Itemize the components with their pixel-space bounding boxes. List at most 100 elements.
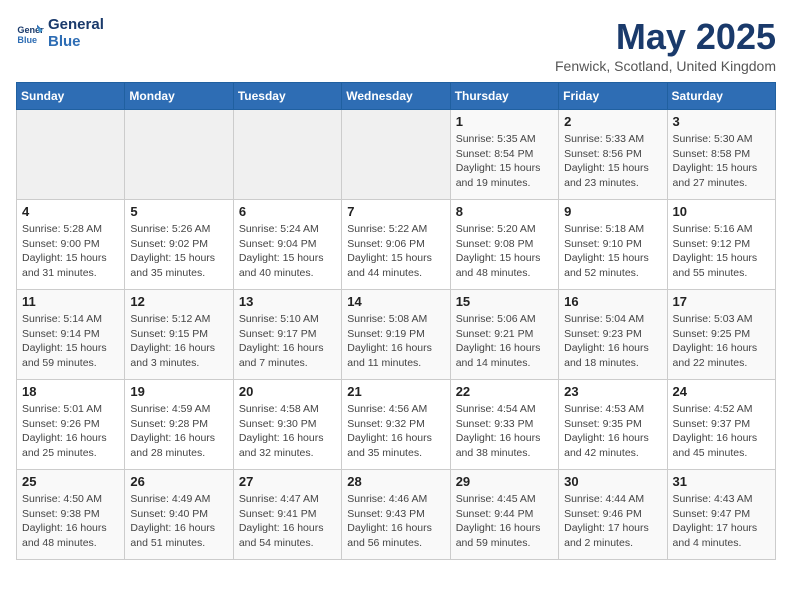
- month-title: May 2025: [555, 16, 776, 58]
- day-number: 8: [456, 204, 553, 219]
- calendar-cell: 16 Sunrise: 5:04 AM Sunset: 9:23 PM Dayli…: [559, 290, 667, 380]
- calendar-cell: 6 Sunrise: 5:24 AM Sunset: 9:04 PM Daylig…: [233, 200, 341, 290]
- day-info: Sunrise: 4:45 AM Sunset: 9:44 PM Dayligh…: [456, 492, 553, 551]
- calendar-cell: 12 Sunrise: 5:12 AM Sunset: 9:15 PM Dayli…: [125, 290, 233, 380]
- calendar-cell: [17, 110, 125, 200]
- location: Fenwick, Scotland, United Kingdom: [555, 58, 776, 74]
- day-number: 22: [456, 384, 553, 399]
- calendar-week-row: 4 Sunrise: 5:28 AM Sunset: 9:00 PM Daylig…: [17, 200, 776, 290]
- day-number: 11: [22, 294, 119, 309]
- calendar-cell: 10 Sunrise: 5:16 AM Sunset: 9:12 PM Dayli…: [667, 200, 775, 290]
- weekday-header: Saturday: [667, 83, 775, 110]
- calendar-cell: 7 Sunrise: 5:22 AM Sunset: 9:06 PM Daylig…: [342, 200, 450, 290]
- calendar-cell: 17 Sunrise: 5:03 AM Sunset: 9:25 PM Dayli…: [667, 290, 775, 380]
- day-number: 14: [347, 294, 444, 309]
- calendar-cell: [233, 110, 341, 200]
- day-number: 31: [673, 474, 770, 489]
- day-info: Sunrise: 5:16 AM Sunset: 9:12 PM Dayligh…: [673, 222, 770, 281]
- calendar-cell: 19Sunrise: 4:59 AM Sunset: 9:28 PM Dayli…: [125, 380, 233, 470]
- day-info: Sunrise: 4:54 AM Sunset: 9:33 PM Dayligh…: [456, 402, 553, 461]
- day-number: 4: [22, 204, 119, 219]
- day-number: 1: [456, 114, 553, 129]
- calendar-cell: 31 Sunrise: 4:43 AM Sunset: 9:47 PM Dayli…: [667, 470, 775, 560]
- day-info: Sunrise: 4:52 AM Sunset: 9:37 PM Dayligh…: [673, 402, 770, 461]
- calendar-cell: 4 Sunrise: 5:28 AM Sunset: 9:00 PM Daylig…: [17, 200, 125, 290]
- calendar-cell: 23 Sunrise: 4:53 AM Sunset: 9:35 PM Dayli…: [559, 380, 667, 470]
- day-info: Sunrise: 4:44 AM Sunset: 9:46 PM Dayligh…: [564, 492, 661, 551]
- day-info: Sunrise: 4:58 AM Sunset: 9:30 PM Dayligh…: [239, 402, 336, 461]
- day-number: 20: [239, 384, 336, 399]
- calendar-table: SundayMondayTuesdayWednesdayThursdayFrid…: [16, 82, 776, 560]
- logo-line1: General: [48, 16, 104, 33]
- day-info: Sunrise: 5:01 AM Sunset: 9:26 PM Dayligh…: [22, 402, 119, 461]
- day-number: 24: [673, 384, 770, 399]
- logo: General Blue General Blue: [16, 16, 104, 50]
- day-number: 16: [564, 294, 661, 309]
- calendar-cell: 8Sunrise: 5:20 AM Sunset: 9:08 PM Daylig…: [450, 200, 558, 290]
- calendar-cell: 9Sunrise: 5:18 AM Sunset: 9:10 PM Daylig…: [559, 200, 667, 290]
- calendar-cell: 21Sunrise: 4:56 AM Sunset: 9:32 PM Dayli…: [342, 380, 450, 470]
- day-number: 6: [239, 204, 336, 219]
- day-info: Sunrise: 5:03 AM Sunset: 9:25 PM Dayligh…: [673, 312, 770, 371]
- day-info: Sunrise: 5:04 AM Sunset: 9:23 PM Dayligh…: [564, 312, 661, 371]
- day-number: 30: [564, 474, 661, 489]
- day-info: Sunrise: 5:24 AM Sunset: 9:04 PM Dayligh…: [239, 222, 336, 281]
- day-number: 13: [239, 294, 336, 309]
- day-number: 29: [456, 474, 553, 489]
- day-number: 17: [673, 294, 770, 309]
- day-info: Sunrise: 4:43 AM Sunset: 9:47 PM Dayligh…: [673, 492, 770, 551]
- weekday-header: Thursday: [450, 83, 558, 110]
- day-number: 2: [564, 114, 661, 129]
- calendar-cell: 20 Sunrise: 4:58 AM Sunset: 9:30 PM Dayli…: [233, 380, 341, 470]
- weekday-header: Monday: [125, 83, 233, 110]
- day-info: Sunrise: 5:28 AM Sunset: 9:00 PM Dayligh…: [22, 222, 119, 281]
- day-info: Sunrise: 5:22 AM Sunset: 9:06 PM Dayligh…: [347, 222, 444, 281]
- calendar-cell: 1 Sunrise: 5:35 AM Sunset: 8:54 PM Daylig…: [450, 110, 558, 200]
- day-info: Sunrise: 4:50 AM Sunset: 9:38 PM Dayligh…: [22, 492, 119, 551]
- day-info: Sunrise: 5:10 AM Sunset: 9:17 PM Dayligh…: [239, 312, 336, 371]
- day-info: Sunrise: 5:06 AM Sunset: 9:21 PM Dayligh…: [456, 312, 553, 371]
- page-header: General Blue General Blue May 2025 Fenwi…: [16, 16, 776, 74]
- day-info: Sunrise: 5:12 AM Sunset: 9:15 PM Dayligh…: [130, 312, 227, 371]
- day-info: Sunrise: 5:33 AM Sunset: 8:56 PM Dayligh…: [564, 132, 661, 191]
- weekday-header: Friday: [559, 83, 667, 110]
- calendar-cell: 24 Sunrise: 4:52 AM Sunset: 9:37 PM Dayli…: [667, 380, 775, 470]
- logo-line2: Blue: [48, 33, 104, 50]
- calendar-cell: 11 Sunrise: 5:14 AM Sunset: 9:14 PM Dayli…: [17, 290, 125, 380]
- day-info: Sunrise: 5:14 AM Sunset: 9:14 PM Dayligh…: [22, 312, 119, 371]
- day-number: 5: [130, 204, 227, 219]
- day-number: 28: [347, 474, 444, 489]
- title-block: May 2025 Fenwick, Scotland, United Kingd…: [555, 16, 776, 74]
- day-number: 10: [673, 204, 770, 219]
- weekday-header: Wednesday: [342, 83, 450, 110]
- day-info: Sunrise: 5:35 AM Sunset: 8:54 PM Dayligh…: [456, 132, 553, 191]
- calendar-cell: 18Sunrise: 5:01 AM Sunset: 9:26 PM Dayli…: [17, 380, 125, 470]
- day-info: Sunrise: 5:26 AM Sunset: 9:02 PM Dayligh…: [130, 222, 227, 281]
- calendar-week-row: 11 Sunrise: 5:14 AM Sunset: 9:14 PM Dayli…: [17, 290, 776, 380]
- weekday-header: Tuesday: [233, 83, 341, 110]
- calendar-cell: 15Sunrise: 5:06 AM Sunset: 9:21 PM Dayli…: [450, 290, 558, 380]
- day-number: 12: [130, 294, 227, 309]
- calendar-cell: 13 Sunrise: 5:10 AM Sunset: 9:17 PM Dayli…: [233, 290, 341, 380]
- day-number: 7: [347, 204, 444, 219]
- calendar-cell: 14 Sunrise: 5:08 AM Sunset: 9:19 PM Dayli…: [342, 290, 450, 380]
- calendar-cell: 30 Sunrise: 4:44 AM Sunset: 9:46 PM Dayli…: [559, 470, 667, 560]
- day-number: 9: [564, 204, 661, 219]
- day-number: 3: [673, 114, 770, 129]
- day-info: Sunrise: 4:59 AM Sunset: 9:28 PM Dayligh…: [130, 402, 227, 461]
- calendar-cell: 22 Sunrise: 4:54 AM Sunset: 9:33 PM Dayli…: [450, 380, 558, 470]
- calendar-week-row: 18Sunrise: 5:01 AM Sunset: 9:26 PM Dayli…: [17, 380, 776, 470]
- calendar-cell: 27Sunrise: 4:47 AM Sunset: 9:41 PM Dayli…: [233, 470, 341, 560]
- calendar-cell: 26Sunrise: 4:49 AM Sunset: 9:40 PM Dayli…: [125, 470, 233, 560]
- calendar-cell: 28 Sunrise: 4:46 AM Sunset: 9:43 PM Dayli…: [342, 470, 450, 560]
- weekday-header: Sunday: [17, 83, 125, 110]
- day-info: Sunrise: 4:53 AM Sunset: 9:35 PM Dayligh…: [564, 402, 661, 461]
- day-number: 25: [22, 474, 119, 489]
- day-info: Sunrise: 4:46 AM Sunset: 9:43 PM Dayligh…: [347, 492, 444, 551]
- logo-icon: General Blue: [16, 19, 44, 47]
- calendar-cell: 5 Sunrise: 5:26 AM Sunset: 9:02 PM Daylig…: [125, 200, 233, 290]
- day-number: 23: [564, 384, 661, 399]
- day-info: Sunrise: 4:56 AM Sunset: 9:32 PM Dayligh…: [347, 402, 444, 461]
- calendar-header: SundayMondayTuesdayWednesdayThursdayFrid…: [17, 83, 776, 110]
- day-info: Sunrise: 5:08 AM Sunset: 9:19 PM Dayligh…: [347, 312, 444, 371]
